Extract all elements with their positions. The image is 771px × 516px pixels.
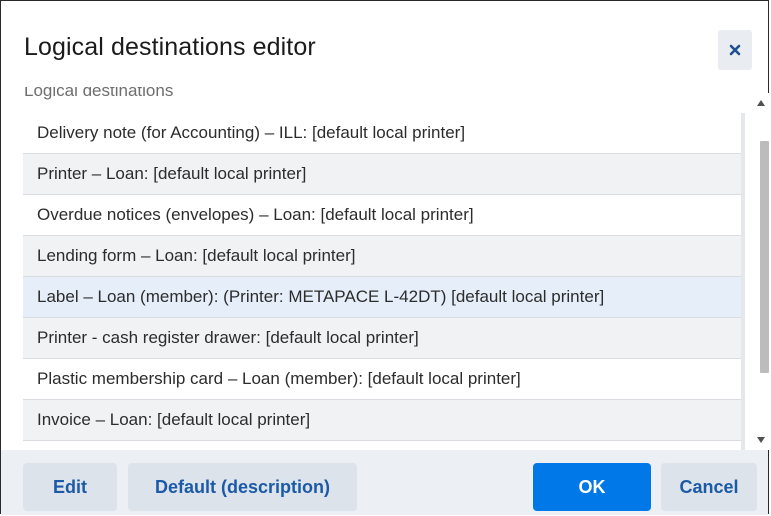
list-item-label: Printer – Loan: [default local printer]: [37, 164, 307, 183]
list-item-label: Printer - cash register drawer: [default…: [37, 328, 419, 347]
dialog-footer: Edit Default (description) OK Cancel: [1, 450, 768, 515]
list-scrollbar[interactable]: [753, 93, 769, 450]
scroll-up-arrow-icon[interactable]: [753, 97, 769, 109]
list-item[interactable]: Plastic membership card – Loan (member):…: [23, 359, 741, 400]
logical-destinations-dialog: Logical destinations editor Logical dest…: [0, 0, 769, 515]
list-label-text: Logical destinations: [24, 87, 174, 100]
edit-button[interactable]: Edit: [23, 463, 117, 511]
list-item[interactable]: Delivery note (for Accounting) – ILL: [d…: [23, 113, 741, 154]
list-section-label: Logical destinations: [24, 87, 173, 103]
list-inner-gutter: [741, 113, 745, 453]
list-item[interactable]: Printer - cash register drawer: [default…: [23, 318, 741, 359]
scrollbar-thumb[interactable]: [760, 141, 769, 373]
list-item-label: Label – Loan (member): (Printer: METAPAC…: [37, 287, 605, 306]
cancel-button[interactable]: Cancel: [661, 463, 757, 511]
ok-button[interactable]: OK: [533, 463, 651, 511]
list-item[interactable]: Printer – Loan: [default local printer]: [23, 154, 741, 195]
destinations-list[interactable]: Delivery note (for Accounting) – ILL: [d…: [23, 113, 745, 453]
list-item-label: Invoice – Loan: [default local printer]: [37, 410, 311, 429]
list-item[interactable]: Overdue notices (envelopes) – Loan: [def…: [23, 195, 741, 236]
list-item-label: Delivery note (for Accounting) – ILL: [d…: [37, 123, 466, 142]
close-button[interactable]: [718, 30, 752, 70]
close-icon: [729, 44, 741, 56]
list-item-label: Lending form – Loan: [default local prin…: [37, 246, 356, 265]
destinations-list-rows: Delivery note (for Accounting) – ILL: [d…: [23, 113, 741, 441]
default-description-button[interactable]: Default (description): [128, 463, 357, 511]
list-item[interactable]: Lending form – Loan: [default local prin…: [23, 236, 741, 277]
list-item-selected[interactable]: Label – Loan (member): (Printer: METAPAC…: [23, 277, 741, 318]
dialog-title: Logical destinations editor: [24, 33, 316, 61]
list-item-label: Plastic membership card – Loan (member):…: [37, 369, 521, 388]
dialog-header: Logical destinations editor: [1, 1, 768, 87]
scroll-down-arrow-icon[interactable]: [753, 434, 769, 446]
list-item[interactable]: Invoice – Loan: [default local printer]: [23, 400, 741, 441]
list-item-label: Overdue notices (envelopes) – Loan: [def…: [37, 205, 474, 224]
